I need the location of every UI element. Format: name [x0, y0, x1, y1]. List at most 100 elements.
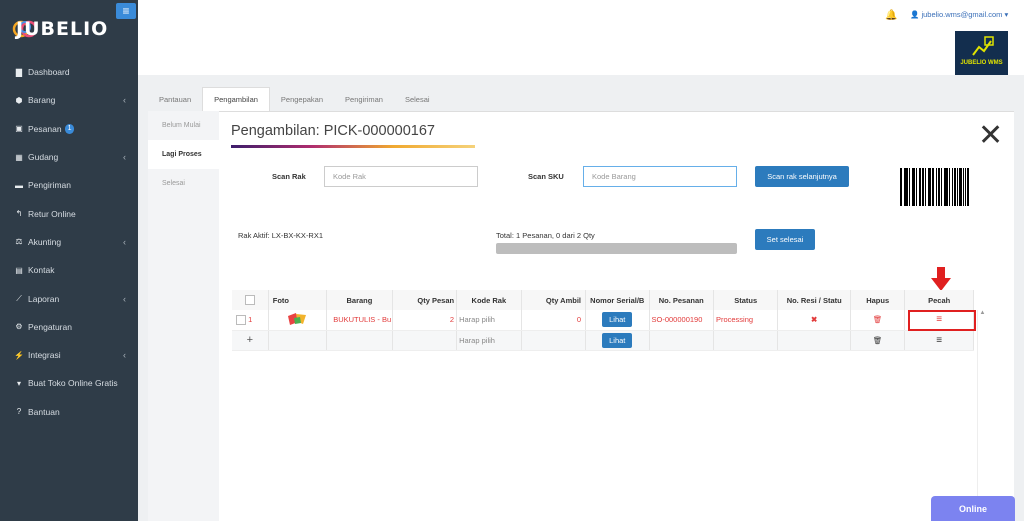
tab-selesai[interactable]: Selesai — [394, 87, 441, 111]
serial-cell: Lihat — [585, 330, 650, 351]
status-nav-selesai[interactable]: Selesai — [148, 169, 219, 198]
chevron-left-icon: ‹ — [123, 236, 126, 247]
split-menu-icon[interactable]: ≡ — [904, 330, 974, 351]
scan-rak-input[interactable]: Kode Rak — [324, 166, 478, 187]
sidebar-item-barang[interactable]: ⬢ Barang ‹ — [0, 86, 138, 114]
product-image-icon — [288, 312, 307, 325]
sidebar-item-kontak[interactable]: ▤ Kontak — [0, 256, 138, 284]
hamburger-menu-icon[interactable]: ≡ — [116, 3, 136, 19]
scroll-up-icon[interactable]: ▲ — [978, 310, 987, 316]
wms-logo-icon — [971, 36, 994, 56]
sidebar-item-label: Buat Toko Online Gratis — [28, 378, 118, 389]
scan-sku-input[interactable]: Kode Barang — [583, 166, 737, 187]
building-icon: ▦ — [15, 152, 23, 162]
sidebar-item-pesanan[interactable]: ▣ Pesanan 1 — [0, 115, 138, 143]
sidebar-item-label: Pengiriman — [28, 180, 71, 191]
status-nav-belum-mulai[interactable]: Belum Mulai — [148, 111, 219, 140]
box-icon: ⬢ — [15, 95, 23, 105]
next-rack-button[interactable]: Scan rak selanjutnya — [755, 166, 849, 187]
sidebar-item-akunting[interactable]: ⚖ Akunting ‹ — [0, 228, 138, 256]
badge: 1 — [64, 123, 75, 134]
sidebar: JUBELIO ≡ ▇ Dashboard ⬢ Barang ‹ ▣ Pesanan 1 ▦ Gu… — [0, 0, 138, 521]
sidebar-item-retur-online[interactable]: ↰ Retur Online — [0, 199, 138, 227]
plug-icon: ⚡ — [14, 350, 24, 360]
status-nav-lagi-proses[interactable]: Lagi Proses — [148, 140, 219, 169]
set-finished-button[interactable]: Set selesai — [755, 229, 815, 250]
serial-cell: Lihat — [585, 310, 650, 331]
sidebar-item-label: Dashboard — [28, 67, 70, 78]
tab-pengambilan[interactable]: Pengambilan — [202, 87, 270, 111]
sidebar-item-label: Akunting — [28, 236, 62, 247]
sidebar-item-integrasi[interactable]: ⚡ Integrasi ‹ — [0, 341, 138, 369]
total-text: Total: 1 Pesanan, 0 dari 2 Qty — [496, 231, 595, 240]
qty-pesan: 2 — [392, 310, 458, 331]
active-rack-text: Rak Aktif: LX-BX-KX-RX1 — [238, 231, 324, 240]
online-chat-button[interactable]: Online — [931, 496, 1015, 521]
add-row-icon[interactable]: + — [232, 330, 269, 351]
qty-ambil[interactable]: 0 — [521, 310, 587, 331]
table-row: 1 BUKUTULIS - Bu 2 Harap pilih 0 Lihat S… — [232, 310, 974, 331]
kode-rak-select[interactable]: Harap pilih — [456, 330, 522, 351]
lihat-button[interactable]: Lihat — [602, 312, 633, 328]
sidebar-item-gudang[interactable]: ▦ Gudang ‹ — [0, 143, 138, 171]
qty-ambil[interactable] — [521, 330, 587, 351]
col-barang: Barang — [326, 290, 393, 310]
barcode-icon — [900, 168, 970, 206]
stage-tabs: Pantauan Pengambilan Pengepakan Pengiriman S… — [148, 87, 441, 111]
lihat-button[interactable]: Lihat — [602, 332, 633, 348]
sidebar-item-buat-toko-online-gratis[interactable]: ▾ Buat Toko Online Gratis — [0, 369, 138, 397]
col-qty-ambil: Qty Ambil — [521, 290, 587, 310]
reply-icon: ↰ — [15, 209, 23, 219]
sidebar-item-laporan[interactable]: ⟋ Laporan ‹ — [0, 284, 138, 312]
col-foto: Foto — [268, 290, 328, 310]
wms-label: JUBELIO WMS — [960, 60, 1003, 66]
brand-logo[interactable]: JUBELIO — [12, 12, 107, 46]
bell-icon[interactable]: 🔔 — [885, 10, 897, 21]
scan-sku-label: Scan SKU — [528, 172, 564, 181]
product-name[interactable]: BUKUTULIS - Bu — [326, 310, 393, 331]
delete-icon[interactable]: 🗑 — [850, 310, 906, 331]
chevron-left-icon: ‹ — [123, 293, 126, 304]
line-chart-icon: ⟋ — [16, 293, 22, 303]
tab-pantauan[interactable]: Pantauan — [148, 87, 202, 111]
wms-logo: JUBELIO WMS — [955, 31, 1008, 75]
order-status: Processing — [713, 310, 779, 331]
title-underline — [231, 145, 475, 148]
user-icon: 👤 — [910, 10, 920, 19]
sidebar-item-label: Kontak — [28, 265, 55, 276]
sidebar-item-label: Bantuan — [28, 406, 60, 417]
table-scrollbar[interactable]: ▲ — [977, 310, 987, 521]
sidebar-item-label: Gudang — [28, 152, 59, 163]
tab-pengepakan[interactable]: Pengepakan — [270, 87, 334, 111]
order-number[interactable]: SO-000000190 — [649, 310, 714, 331]
sidebar-item-bantuan[interactable]: ? Bantuan — [0, 398, 138, 426]
product-photo — [268, 310, 328, 331]
close-icon[interactable]: ✕ — [978, 121, 1003, 151]
col-kode-rak: Kode Rak — [456, 290, 522, 310]
row-select[interactable]: 1 — [232, 310, 269, 331]
truck-icon: ▬ — [15, 180, 23, 190]
delete-icon[interactable]: 🗑 — [850, 330, 906, 351]
sidebar-item-label: Pesanan — [28, 123, 62, 134]
progress-bar — [496, 243, 737, 254]
chevron-left-icon: ‹ — [123, 152, 126, 163]
select-all-checkbox[interactable] — [232, 290, 269, 310]
highlight-box — [908, 310, 976, 331]
picking-table: Foto Barang Qty Pesan Kode Rak Qty Ambil… — [232, 290, 974, 351]
sidebar-item-label: Laporan — [28, 293, 60, 304]
sidebar-item-pengiriman[interactable]: ▬ Pengiriman — [0, 171, 138, 199]
col-no-pesanan: No. Pesanan — [649, 290, 714, 310]
col-hapus: Hapus — [850, 290, 906, 310]
user-menu[interactable]: 👤 jubelio.wms@gmail.com ▾ — [910, 10, 1008, 19]
chart-icon: ▇ — [15, 67, 23, 77]
row-number: 1 — [248, 314, 253, 324]
tab-pengiriman[interactable]: Pengiriman — [334, 87, 394, 111]
chevron-left-icon: ‹ — [123, 350, 126, 361]
sidebar-item-pengaturan[interactable]: ⚙ Pengaturan — [0, 313, 138, 341]
row-checkbox[interactable] — [236, 314, 246, 325]
gears-icon: ⚙ — [15, 322, 23, 332]
contact-icon: ▤ — [15, 265, 23, 275]
sidebar-item-label: Integrasi — [28, 350, 61, 361]
kode-rak-select[interactable]: Harap pilih — [456, 310, 522, 331]
sidebar-item-dashboard[interactable]: ▇ Dashboard — [0, 58, 138, 86]
